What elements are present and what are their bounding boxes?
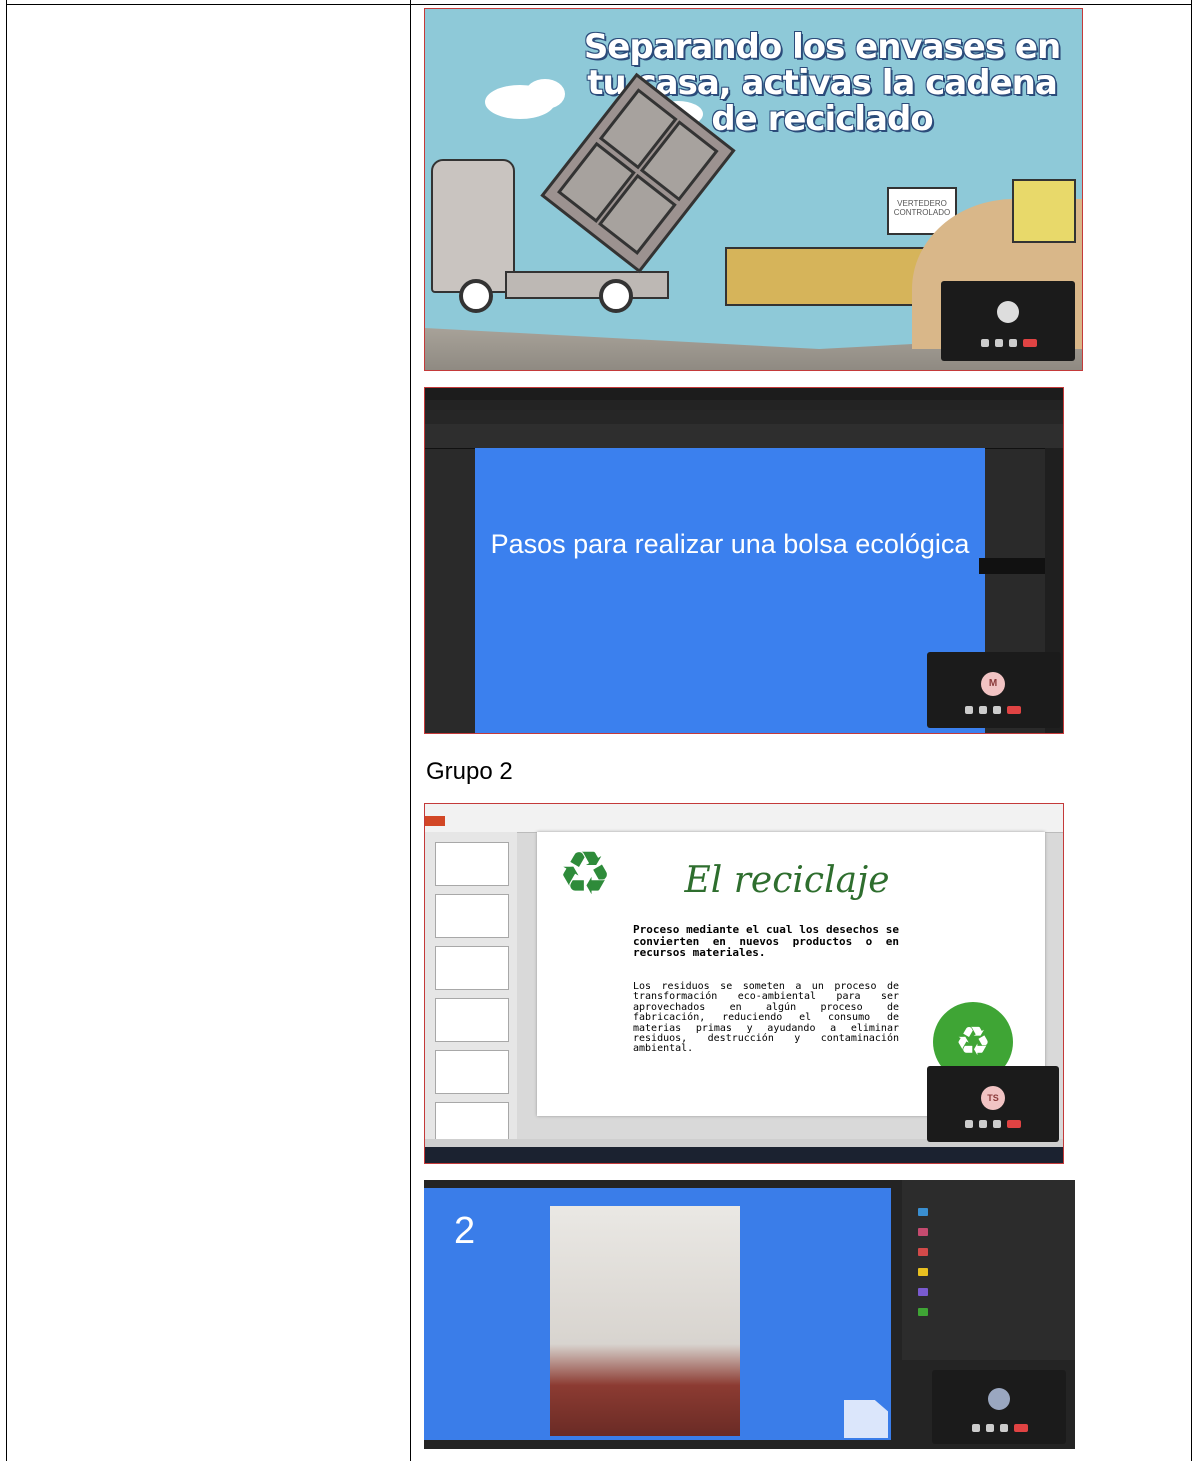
tab-bar <box>425 410 1063 424</box>
slide-number: 2 <box>454 1210 476 1252</box>
panel-item[interactable] <box>918 1308 934 1316</box>
truck-wheel <box>459 279 493 313</box>
recycle-icon: ♻ <box>558 840 612 907</box>
mic-icon[interactable] <box>979 706 987 714</box>
slide-body-text: Los residuos se someten a un proceso de … <box>633 981 899 1055</box>
ribbon <box>425 804 1063 833</box>
bag-making-photo <box>550 1206 740 1436</box>
toolbar <box>425 424 1063 449</box>
mic-icon[interactable] <box>979 1120 987 1128</box>
more-icon[interactable] <box>1009 339 1017 347</box>
group-caption: Grupo 2 <box>426 758 513 785</box>
screenshot-acrobat-slide: Pasos para realizar una bolsa ecológica … <box>424 387 1064 734</box>
more-icon[interactable] <box>993 706 1001 714</box>
slide-canvas: 2 <box>424 1188 891 1440</box>
more-icon[interactable] <box>1000 1424 1008 1432</box>
panel-item[interactable] <box>918 1248 934 1256</box>
participant-avatar <box>988 1388 1010 1410</box>
end-call-button[interactable] <box>1014 1424 1028 1432</box>
windows-taskbar <box>425 1147 1063 1163</box>
file-tab[interactable] <box>425 816 445 826</box>
truck-cab <box>431 159 515 293</box>
panel-item[interactable] <box>918 1208 934 1216</box>
pdf-page: Pasos para realizar una bolsa ecológica <box>475 448 985 733</box>
more-icon[interactable] <box>993 1120 1001 1128</box>
camera-icon[interactable] <box>981 339 989 347</box>
camera-icon[interactable] <box>965 1120 973 1128</box>
slide-title: Pasos para realizar una bolsa ecológica <box>490 529 970 559</box>
slide-thumbnails <box>425 832 517 1146</box>
end-call-button[interactable] <box>1007 1120 1021 1128</box>
meet-pip-window: TS <box>927 1066 1059 1142</box>
table-left-border <box>6 0 7 1461</box>
participant-avatar <box>997 301 1019 323</box>
end-call-button[interactable] <box>1023 339 1037 347</box>
container-fence <box>725 247 929 306</box>
tools-panel <box>902 1180 1075 1360</box>
screenshot-recycling-cartoon: Separando los envases en tu casa, activa… <box>424 8 1083 371</box>
slide-thumbnail[interactable] <box>435 946 509 990</box>
panel-item[interactable] <box>918 1268 934 1276</box>
meet-pip-window <box>941 281 1075 361</box>
end-call-button[interactable] <box>1007 706 1021 714</box>
slide-lead-text: Proceso mediante el cual los desechos se… <box>633 923 899 959</box>
slide-thumbnail[interactable] <box>435 1050 509 1094</box>
table-top-border <box>6 4 1192 5</box>
meet-pip-window: M <box>927 652 1061 728</box>
slide-title: El reciclaje <box>684 860 890 901</box>
camera-icon[interactable] <box>972 1424 980 1432</box>
tooltip <box>979 558 1045 574</box>
page-curl <box>844 1400 888 1438</box>
slide-thumbnail[interactable] <box>435 842 509 886</box>
screenshot-photo-slide: 2 <box>424 1180 1075 1449</box>
panel-item[interactable] <box>918 1288 934 1296</box>
meet-pip-window <box>932 1370 1066 1444</box>
camera-icon[interactable] <box>965 706 973 714</box>
mic-icon[interactable] <box>986 1424 994 1432</box>
slide-thumbnail[interactable] <box>435 894 509 938</box>
panel-item[interactable] <box>918 1228 934 1236</box>
cloud <box>525 79 565 109</box>
factory-building <box>1012 179 1076 243</box>
truck-bed <box>505 271 669 299</box>
participant-avatar: M <box>981 672 1005 696</box>
truck-wheel <box>599 279 633 313</box>
table-right-border <box>1191 0 1192 1461</box>
screenshot-powerpoint-slide: ♻ El reciclaje Proceso mediante el cual … <box>424 803 1064 1164</box>
table-middle-border <box>410 0 411 1461</box>
window-titlebar <box>425 388 1063 400</box>
mic-icon[interactable] <box>995 339 1003 347</box>
slide-thumbnail[interactable] <box>435 998 509 1042</box>
participant-avatar: TS <box>981 1086 1005 1110</box>
menu-bar <box>425 400 1063 410</box>
